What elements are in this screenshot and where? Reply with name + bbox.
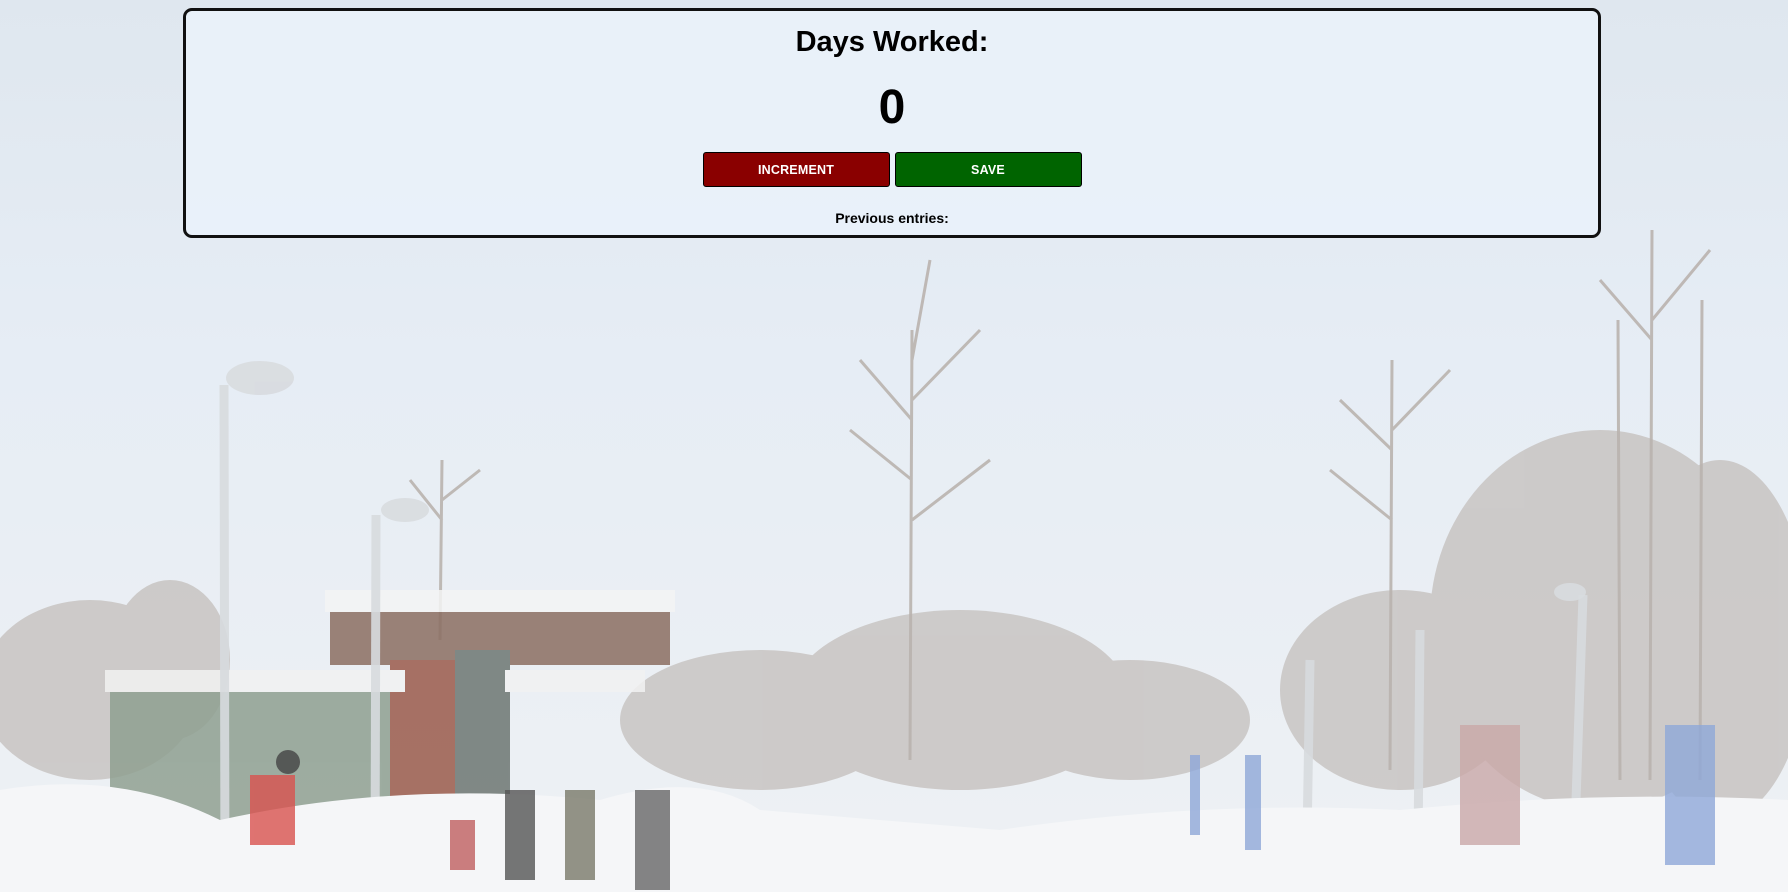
- action-buttons: INCREMENT SAVE: [186, 152, 1598, 187]
- previous-entries-label: Previous entries:: [835, 210, 949, 226]
- days-worked-count: 0: [878, 81, 906, 134]
- page-title: Days Worked:: [795, 26, 989, 58]
- days-worked-panel: Days Worked: 0 INCREMENT SAVE Previous e…: [183, 8, 1601, 238]
- save-button[interactable]: SAVE: [894, 152, 1082, 187]
- increment-button[interactable]: INCREMENT: [702, 152, 890, 187]
